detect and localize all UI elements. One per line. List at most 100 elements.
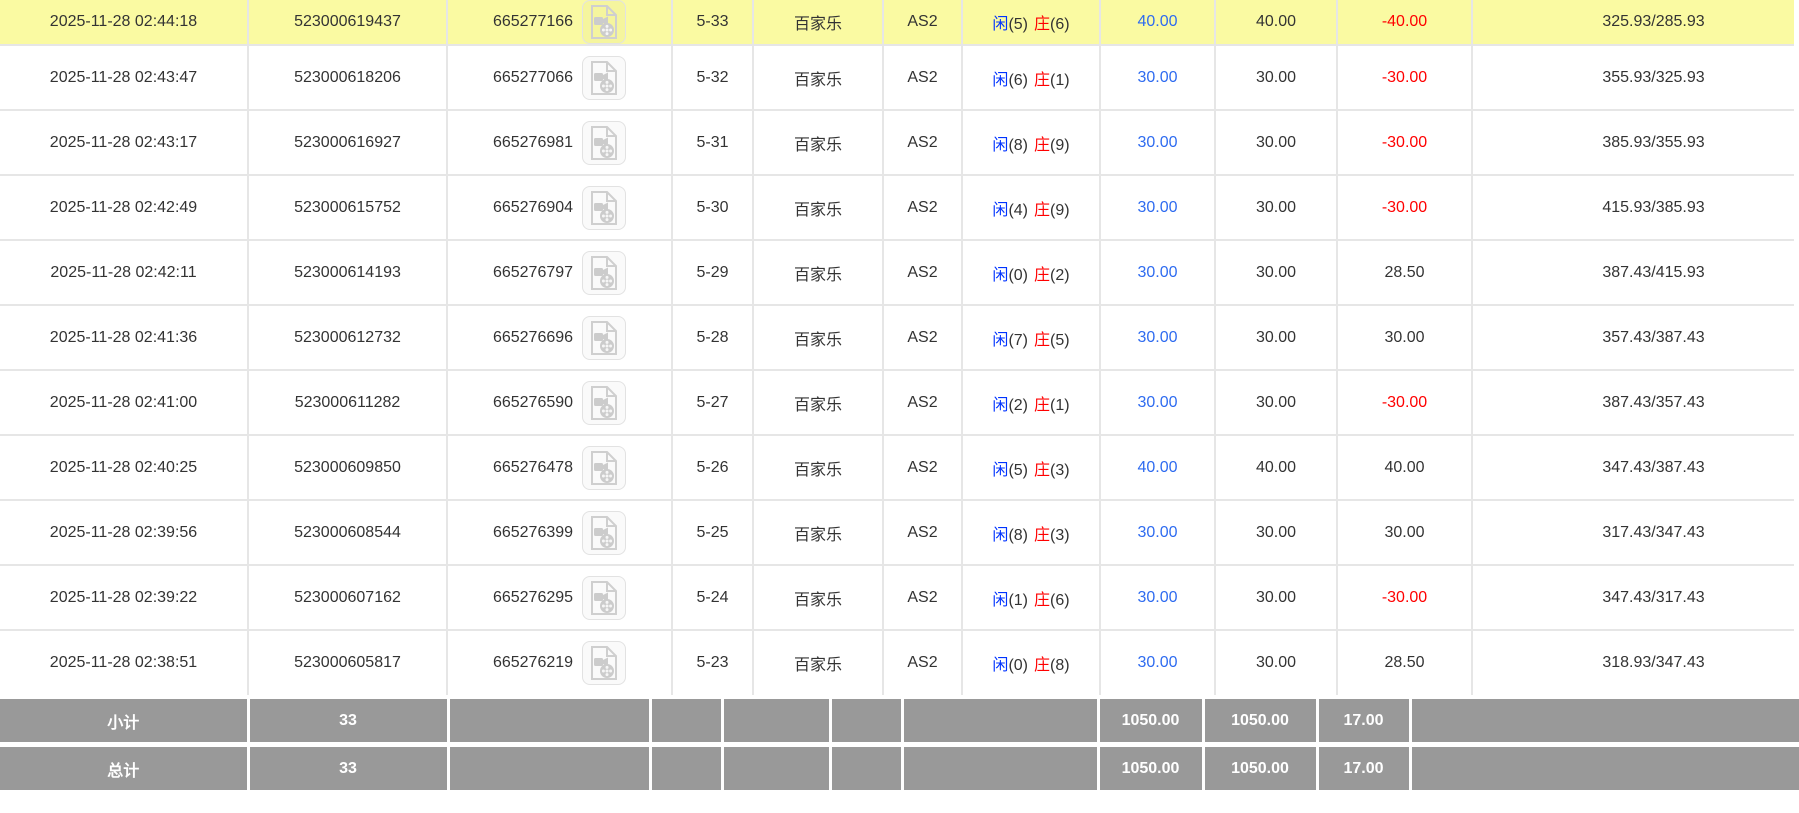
video-replay-button[interactable] [582,121,626,165]
bet-time: 2025-11-28 02:40:25 [50,459,197,476]
player-score: (1) [1008,592,1028,609]
game-id-cell: 665276219 [447,630,672,695]
game-id-cell: 665277166 [447,0,672,45]
game-result-cell: 闲(8)庄(3) [962,500,1100,565]
bet-amount-link[interactable]: 30.00 [1137,654,1177,671]
bet-time-cell: 2025-11-28 02:42:49 [0,175,248,240]
round-cell: 5-33 [672,0,753,45]
table-code: AS2 [907,589,937,606]
game-id-cell: 665277066 [447,45,672,110]
record-row[interactable]: 2025-11-28 02:38:51 523000605817 6652762… [0,630,1794,695]
bet-amount-cell: 30.00 [1100,565,1215,630]
balance-cell: 325.93/285.93 [1472,0,1794,45]
bet-amount-link[interactable]: 30.00 [1137,69,1177,86]
bet-amount-link[interactable]: 40.00 [1137,13,1177,30]
bet-time-cell: 2025-11-28 02:41:00 [0,370,248,435]
video-replay-button[interactable] [582,511,626,555]
table-code-cell: AS2 [883,305,962,370]
record-row[interactable]: 2025-11-28 02:39:22 523000607162 6652762… [0,565,1794,630]
valid-amount-cell: 30.00 [1215,305,1337,370]
player-score: (7) [1008,332,1028,349]
bet-amount-link[interactable]: 30.00 [1137,199,1177,216]
game-round-id: 665276219 [493,654,573,672]
game-type-cell: 百家乐 [753,630,883,695]
valid-amount-cell: 30.00 [1215,175,1337,240]
valid-amount: 30.00 [1256,394,1296,411]
game-type: 百家乐 [794,332,842,349]
subtotal-label: 小计 [0,699,248,742]
table-code-cell: AS2 [883,240,962,305]
bet-time: 2025-11-28 02:42:49 [50,199,197,216]
bet-time: 2025-11-28 02:39:22 [50,589,197,606]
bet-amount-link[interactable]: 30.00 [1137,264,1177,281]
game-type: 百家乐 [794,16,842,33]
video-replay-button[interactable] [582,0,626,44]
bet-amount-link[interactable]: 30.00 [1137,394,1177,411]
banker-label: 庄 [1034,137,1050,154]
bet-amount-cell: 30.00 [1100,240,1215,305]
round-number: 5-29 [696,264,728,281]
total-bet-amount: 1050.00 [1098,747,1203,790]
record-row[interactable]: 2025-11-28 02:44:18 523000619437 6652771… [0,0,1794,45]
banker-label: 庄 [1034,267,1050,284]
video-replay-button[interactable] [582,251,626,295]
bet-amount-cell: 30.00 [1100,630,1215,695]
banker-score: (5) [1050,332,1070,349]
bet-records-table: 2025-11-28 02:44:18 523000619437 6652771… [0,0,1794,695]
win-loss-amount: 28.50 [1384,654,1424,671]
win-loss-cell: -30.00 [1337,110,1472,175]
win-loss-amount: -30.00 [1382,134,1427,151]
table-code-cell: AS2 [883,435,962,500]
record-row[interactable]: 2025-11-28 02:42:11 523000614193 6652767… [0,240,1794,305]
player-score: (6) [1008,72,1028,89]
game-result-cell: 闲(7)庄(5) [962,305,1100,370]
bet-amount-link[interactable]: 30.00 [1137,524,1177,541]
bet-amount-link[interactable]: 40.00 [1137,459,1177,476]
bet-id: 523000618206 [294,69,401,86]
record-row[interactable]: 2025-11-28 02:43:47 523000618206 6652770… [0,45,1794,110]
record-row[interactable]: 2025-11-28 02:42:49 523000615752 6652769… [0,175,1794,240]
video-replay-button[interactable] [582,446,626,490]
bet-amount-link[interactable]: 30.00 [1137,589,1177,606]
bet-time-cell: 2025-11-28 02:40:25 [0,435,248,500]
video-replay-button[interactable] [582,56,626,100]
record-row[interactable]: 2025-11-28 02:41:00 523000611282 6652765… [0,370,1794,435]
video-replay-button[interactable] [582,186,626,230]
subtotal-count: 33 [248,699,448,742]
balance-after-before: 385.93/355.93 [1602,134,1704,151]
win-loss-amount: 30.00 [1384,329,1424,346]
record-row[interactable]: 2025-11-28 02:43:17 523000616927 6652769… [0,110,1794,175]
table-code: AS2 [907,264,937,281]
game-round-id: 665276696 [493,329,573,347]
bet-amount-link[interactable]: 30.00 [1137,329,1177,346]
round-number: 5-32 [696,69,728,86]
balance-cell: 347.43/387.43 [1472,435,1794,500]
player-label: 闲 [992,137,1008,154]
bet-time: 2025-11-28 02:44:18 [50,13,197,30]
bet-amount-link[interactable]: 30.00 [1137,134,1177,151]
game-round-id: 665276981 [493,134,573,152]
game-type: 百家乐 [794,527,842,544]
record-row[interactable]: 2025-11-28 02:39:56 523000608544 6652763… [0,500,1794,565]
video-replay-button[interactable] [582,641,626,685]
valid-amount: 30.00 [1256,329,1296,346]
player-label: 闲 [992,72,1008,89]
game-result-cell: 闲(8)庄(9) [962,110,1100,175]
bet-time: 2025-11-28 02:39:56 [50,524,197,541]
record-row[interactable]: 2025-11-28 02:40:25 523000609850 6652764… [0,435,1794,500]
round-number: 5-27 [696,394,728,411]
game-result-cell: 闲(4)庄(9) [962,175,1100,240]
video-replay-button[interactable] [582,576,626,620]
game-id-cell: 665276399 [447,500,672,565]
bet-id-cell: 523000611282 [248,370,447,435]
video-replay-button[interactable] [582,381,626,425]
banker-score: (6) [1050,592,1070,609]
game-result-cell: 闲(5)庄(3) [962,435,1100,500]
table-code: AS2 [907,329,937,346]
player-score: (0) [1008,267,1028,284]
record-row[interactable]: 2025-11-28 02:41:36 523000612732 6652766… [0,305,1794,370]
video-replay-button[interactable] [582,316,626,360]
win-loss-amount: -30.00 [1382,199,1427,216]
bet-time-cell: 2025-11-28 02:43:47 [0,45,248,110]
table-code-cell: AS2 [883,370,962,435]
